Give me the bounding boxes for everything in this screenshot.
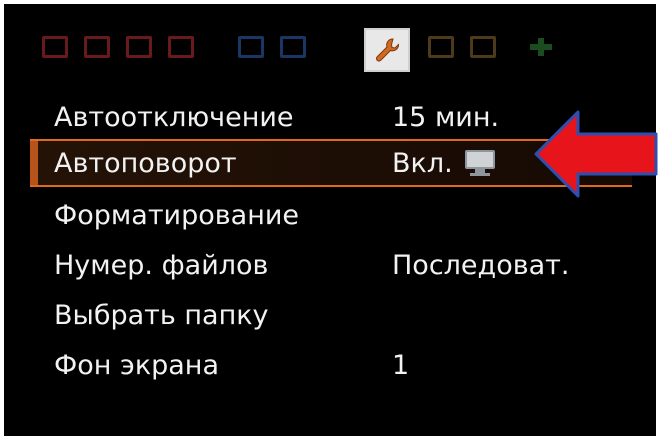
menu-item-value-text: 1 [392,349,410,381]
wrench-icon [470,36,496,58]
tab-setup-2[interactable] [422,30,460,64]
tab-shooting-4[interactable] [162,30,200,64]
camera-icon [168,36,194,58]
tab-shooting-2[interactable] [78,30,116,64]
tab-setup-1[interactable] [364,28,410,72]
menu-item-value: 15 мин. [392,102,499,133]
menu-item-label: Выбрать папку [54,299,269,331]
red-pointer-arrow-icon [534,110,658,198]
camera-icon [42,36,68,58]
menu-item-label: Нумер. файлов [54,249,269,281]
menu-item-screen-color[interactable]: Фон экрана 1 [30,341,632,389]
playback-icon [238,36,264,58]
tab-setup-3[interactable] [464,30,502,64]
menu-item-value: Последоват. [392,250,570,281]
menu-item-value-text: Вкл. [392,147,453,179]
tab-playback-2[interactable] [274,30,312,64]
menu-item-value: Вкл. [392,148,497,179]
tab-shooting-1[interactable] [36,30,74,64]
menu-item-value: 1 [392,350,409,381]
star-icon [528,36,554,58]
menu-item-value-text: Последоват. [392,249,570,281]
camera-screen: Автоотключение 15 мин. Автоповорот Вкл. … [4,4,656,436]
menu-item-label: Форматирование [54,199,300,231]
menu-tab-strip [36,28,596,72]
menu-item-file-numbering[interactable]: Нумер. файлов Последоват. [30,241,632,289]
wrench-icon [376,38,399,62]
menu-item-label: Автоповорот [54,147,237,179]
camera-icon [126,36,152,58]
monitor-icon [463,150,497,176]
camera-icon [84,36,110,58]
menu-item-label: Автоотключение [54,101,294,133]
tab-playback-1[interactable] [232,30,270,64]
wrench-icon [428,36,454,58]
tab-shooting-3[interactable] [120,30,158,64]
tab-my-menu[interactable] [522,30,560,64]
playback-icon [280,36,306,58]
menu-item-value-text: 15 мин. [392,101,500,133]
menu-item-label: Фон экрана [54,349,220,381]
menu-item-select-folder[interactable]: Выбрать папку [30,291,632,339]
